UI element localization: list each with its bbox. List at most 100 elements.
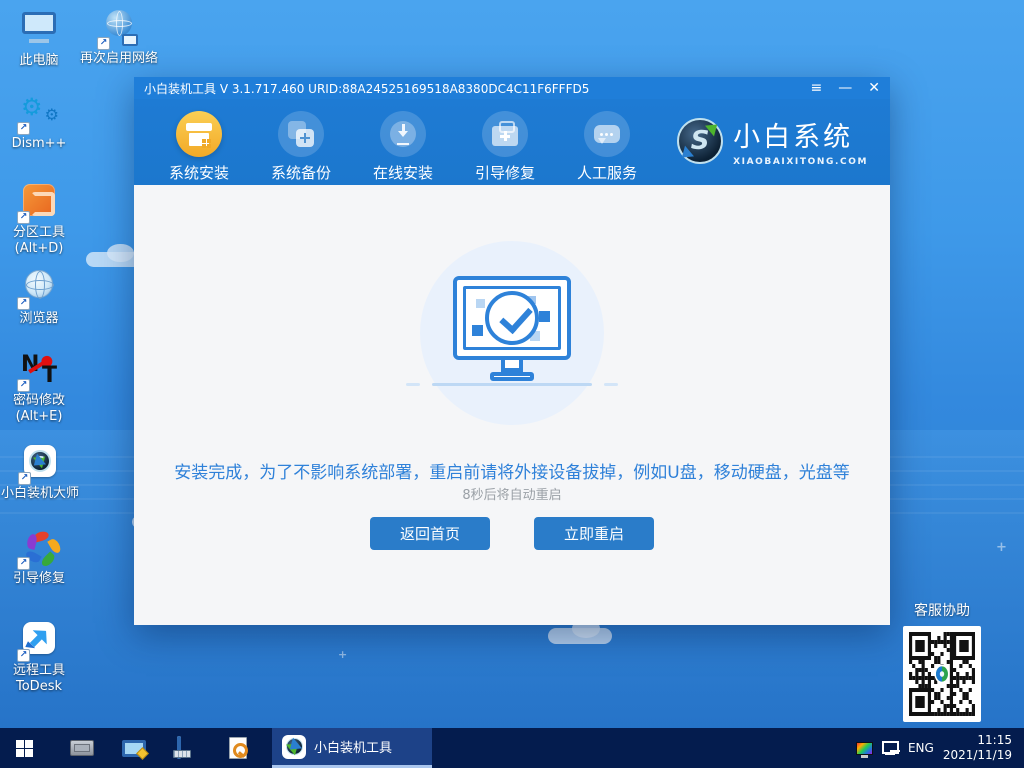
xiaobai-tool-window: 小白装机工具 V 3.1.717.460 URID:88A24525169518… (134, 77, 890, 625)
taskbar-icon-on-screen-keyboard[interactable] (164, 728, 208, 768)
menu-icon[interactable]: ≡ (811, 81, 823, 95)
qr-panel-title: 客服协助 (903, 600, 981, 620)
display-color-icon[interactable] (856, 742, 873, 755)
browser-globe-icon: ↗ (19, 270, 59, 308)
minimize-icon[interactable]: — (838, 81, 852, 95)
brand-title: 小白系统 (733, 115, 868, 154)
chip-icon (70, 740, 94, 756)
qr-pattern (909, 632, 975, 716)
this-pc-icon (19, 12, 59, 50)
tab-label: 系统备份 (250, 162, 352, 183)
toolbox-icon (482, 111, 528, 157)
desktop-icon-dism[interactable]: ⚙⚙ ↗ Dism++ (0, 95, 78, 152)
language-indicator[interactable]: ENG (908, 741, 934, 755)
xiaobai-app-icon: S (282, 735, 306, 759)
window-titlebar[interactable]: 小白装机工具 V 3.1.717.460 URID:88A24525169518… (134, 77, 890, 99)
tab-label: 引导修复 (454, 162, 556, 183)
restart-now-button[interactable]: 立即重启 (534, 517, 654, 550)
document-magnifier-icon (229, 737, 247, 759)
partition-tool-icon: ↗ (19, 184, 59, 222)
desktop-icon-label: 小白装机大师 (0, 486, 82, 502)
network-status-icon[interactable] (882, 741, 899, 755)
xiaobai-swirl-logo-icon: S (677, 118, 723, 164)
desktop-icon-label: 此电脑 (0, 53, 78, 69)
tray-time: 11:15 (943, 733, 1012, 748)
desktop-icon-sublabel: (Alt+D) (15, 241, 64, 256)
network-globe-icon: ↗ (99, 10, 139, 48)
window-title: 小白装机工具 V 3.1.717.460 URID:88A24525169518… (144, 80, 811, 97)
tab-system-install[interactable]: 系统安装 (148, 99, 250, 185)
pinwheel-icon: ↗ (19, 530, 59, 568)
tab-system-backup[interactable]: 系统备份 (250, 99, 352, 185)
sparkle: + (996, 540, 1007, 555)
taskbar-icon-cpu-chip[interactable] (60, 728, 104, 768)
desktop-icon-label: Dism++ (0, 136, 78, 152)
desktop-icon-label: 再次启用网络 (80, 51, 158, 67)
desktop-icon-browser[interactable]: ↗ 浏览器 (0, 268, 78, 327)
shortcut-arrow-icon: ↗ (18, 472, 31, 485)
install-complete-message: 安装完成，为了不影响系统部署，重启前请将外接设备拔掉，例如U盘，移动硬盘，光盘等 (134, 458, 890, 483)
cloud (548, 628, 612, 644)
window-header: 系统安装 系统备份 在线安装 引导修复 人工服务 S (134, 99, 890, 185)
customer-service-qr-code (903, 626, 981, 722)
desktop-icon-label: 密码修改 (13, 393, 65, 408)
chat-bubble-icon (584, 111, 630, 157)
taskbar-icon-search-tool[interactable] (216, 728, 260, 768)
desktop-icon-sublabel: (Alt+E) (16, 409, 63, 424)
shortcut-arrow-icon: ↗ (17, 649, 30, 662)
tab-customer-service[interactable]: 人工服务 (556, 99, 658, 185)
active-task-label: 小白装机工具 (314, 737, 392, 756)
desktop-icon-todesk[interactable]: ↗ 远程工具 ToDesk (0, 620, 78, 694)
shortcut-arrow-icon: ↗ (97, 37, 110, 50)
tab-label: 系统安装 (148, 162, 250, 183)
monitor-tool-icon (122, 740, 146, 757)
success-illustration (420, 241, 604, 425)
desktop-icon-password-change[interactable]: N T ↗ 密码修改 (Alt+E) (0, 352, 78, 424)
sparkle: + (338, 648, 347, 661)
back-home-button[interactable]: 返回首页 (370, 517, 490, 550)
taskbar: S 小白装机工具 ENG 11:15 2021/11/19 (0, 728, 1024, 768)
customer-service-panel: 客服协助 (903, 600, 981, 722)
desktop-icon-sublabel: ToDesk (16, 679, 62, 694)
desktop-icon-label: 远程工具 (13, 663, 65, 678)
desktop-icon-re-enable-network[interactable]: ↗ 再次启用网络 (80, 8, 158, 67)
start-button[interactable] (0, 728, 48, 768)
desktop-icon-label: 分区工具 (13, 225, 65, 240)
desktop-icon-this-pc[interactable]: 此电脑 (0, 8, 78, 69)
taskbar-icon-display-tool[interactable] (112, 728, 156, 768)
monitor-check-icon (453, 276, 571, 360)
keyboard-monitor-icon (173, 738, 199, 758)
shortcut-arrow-icon: ↗ (17, 557, 30, 570)
restart-countdown: 8秒后将自动重启 (134, 484, 890, 503)
close-icon[interactable]: ✕ (868, 81, 880, 95)
desktop-icon-xiaobai-master[interactable]: S ↗ 小白装机大师 (0, 443, 82, 502)
shortcut-arrow-icon: ↗ (17, 379, 30, 392)
tray-date: 2021/11/19 (943, 748, 1012, 763)
shortcut-arrow-icon: ↗ (17, 122, 30, 135)
window-content: 安装完成，为了不影响系统部署，重启前请将外接设备拔掉，例如U盘，移动硬盘，光盘等… (134, 185, 890, 625)
taskbar-active-task[interactable]: S 小白装机工具 (272, 728, 432, 768)
desktop-icon-label: 浏览器 (0, 311, 78, 327)
tab-boot-repair[interactable]: 引导修复 (454, 99, 556, 185)
checkmark-icon (485, 291, 539, 345)
download-icon (380, 111, 426, 157)
shortcut-arrow-icon: ↗ (17, 211, 30, 224)
package-box-icon (176, 111, 222, 157)
desktop-icon-boot-repair[interactable]: ↗ 引导修复 (0, 530, 78, 587)
windows-logo-icon (16, 740, 33, 757)
ground-line (432, 383, 592, 386)
tab-online-install[interactable]: 在线安装 (352, 99, 454, 185)
shortcut-arrow-icon: ↗ (17, 297, 30, 310)
brand-logo: S 小白系统 XIAOBAIXITONG.COM (677, 115, 868, 167)
tab-label: 在线安装 (352, 162, 454, 183)
tab-label: 人工服务 (556, 162, 658, 183)
taskbar-clock[interactable]: 11:15 2021/11/19 (943, 733, 1016, 763)
nt-password-key-icon: N T ↗ (19, 352, 59, 390)
system-tray: ENG 11:15 2021/11/19 (856, 728, 1024, 768)
brand-subtitle: XIAOBAIXITONG.COM (733, 157, 868, 167)
todesk-icon: ↗ (19, 622, 59, 660)
desktop-icon-partition-tool[interactable]: ↗ 分区工具 (Alt+D) (0, 182, 78, 256)
backup-windows-icon (278, 111, 324, 157)
desktop: { "colors": { "accent_blue": "#1E7CD4", … (0, 0, 1024, 768)
xiaobai-logo-icon: S ↗ (20, 445, 60, 483)
